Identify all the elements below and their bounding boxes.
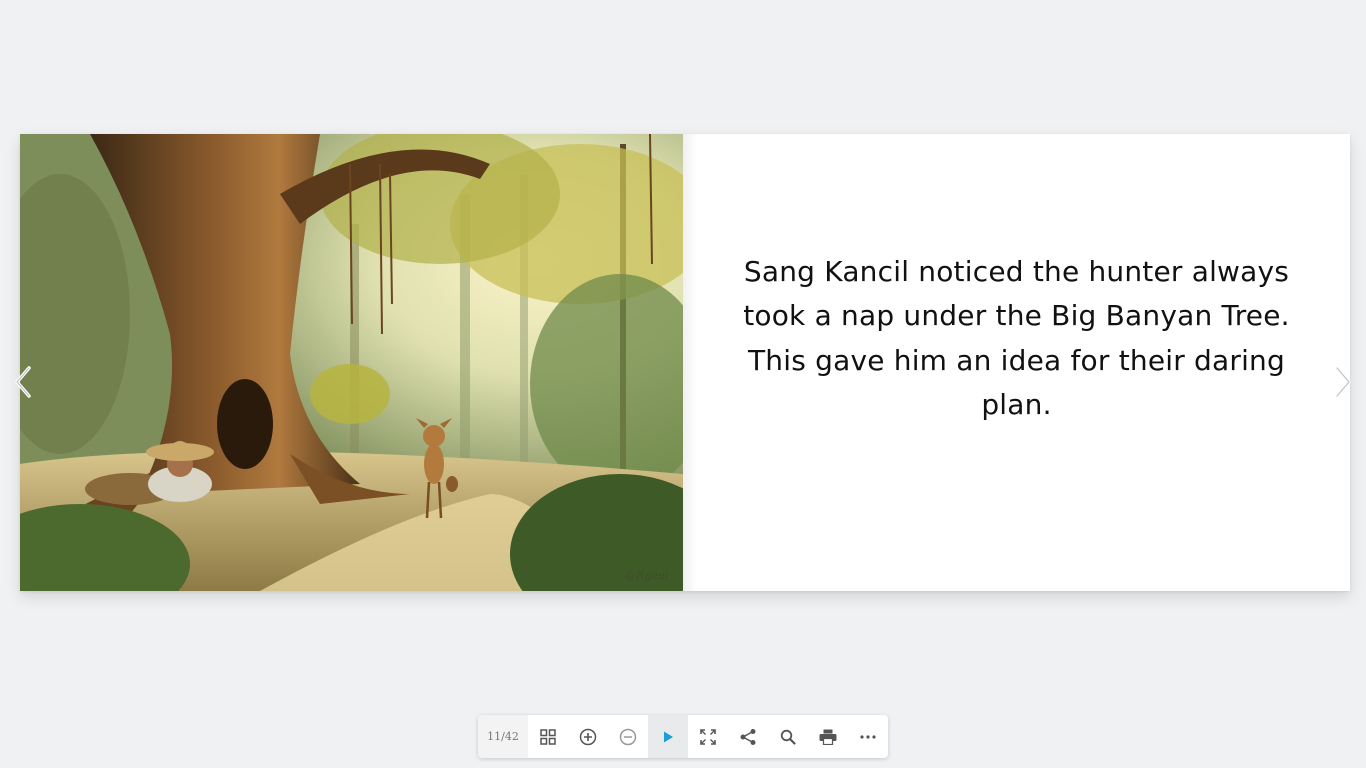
zoom-in-button[interactable] <box>568 715 608 758</box>
print-button[interactable] <box>808 715 848 758</box>
page-indicator: 11/42 <box>478 715 528 758</box>
fullscreen-icon <box>700 728 716 745</box>
search-button[interactable] <box>768 715 808 758</box>
flipbook-viewer: @Rgaul Sang Kancil noticed the hunter al… <box>0 0 1366 768</box>
share-icon <box>740 728 756 745</box>
book-spread: @Rgaul Sang Kancil noticed the hunter al… <box>20 134 1350 591</box>
zoom-out-button[interactable] <box>608 715 648 758</box>
zoom-in-icon <box>579 728 597 745</box>
zoom-out-icon <box>619 728 637 745</box>
svg-text:@Rgaul: @Rgaul <box>625 569 669 582</box>
text-page: Sang Kancil noticed the hunter always to… <box>683 134 1350 591</box>
autoplay-button[interactable] <box>648 715 688 758</box>
share-button[interactable] <box>728 715 768 758</box>
fullscreen-button[interactable] <box>688 715 728 758</box>
grid-icon <box>540 728 556 745</box>
print-icon <box>819 729 837 745</box>
search-icon <box>780 729 796 745</box>
chevron-left-icon <box>15 366 31 398</box>
next-page-button[interactable] <box>1328 362 1358 402</box>
play-icon <box>664 731 673 742</box>
viewer-toolbar: 11/42 <box>478 715 888 758</box>
more-icon <box>860 734 876 739</box>
illustration-page: @Rgaul <box>20 134 683 591</box>
forest-illustration: @Rgaul <box>20 134 683 591</box>
chevron-right-icon <box>1335 366 1351 398</box>
previous-page-button[interactable] <box>8 362 38 402</box>
thumbnails-button[interactable] <box>528 715 568 758</box>
story-text: Sang Kancil noticed the hunter always to… <box>743 254 1290 422</box>
more-button[interactable] <box>848 715 888 758</box>
